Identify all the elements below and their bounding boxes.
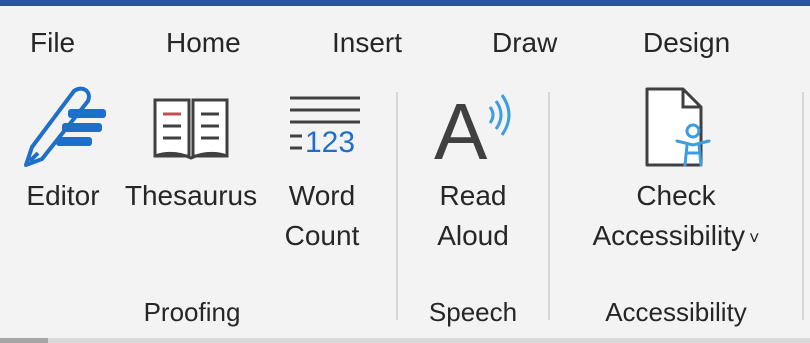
ribbon-review: Editor Thesaurus 123 Word Count Proofing… [0, 76, 810, 338]
editor-label: Editor [26, 180, 100, 211]
accessibility-check-icon [631, 76, 721, 176]
read-aloud-button[interactable]: A Read Aloud [418, 76, 528, 286]
ribbon-tabs: File Home Insert Draw Design [0, 18, 810, 68]
thesaurus-button[interactable]: Thesaurus [120, 76, 262, 286]
tab-design[interactable]: Design [643, 18, 730, 68]
read-aloud-label-line2: Aloud [437, 220, 509, 251]
pen-icon [18, 76, 108, 176]
check-accessibility-label-line1: Check [636, 180, 716, 211]
word-count-icon: 123 [280, 76, 364, 176]
word-count-icon-number: 123 [305, 126, 355, 159]
window-accent-bar [0, 0, 810, 6]
ribbon-bottom-border [0, 338, 810, 343]
group-label-accessibility: Accessibility [605, 297, 747, 327]
word-count-label-line1: Word [288, 180, 356, 211]
check-accessibility-label-line2: Accessibility ˅ [593, 216, 760, 258]
thesaurus-label: Thesaurus [124, 180, 258, 211]
word-count-button[interactable]: 123 Word Count [272, 76, 372, 286]
chevron-down-icon[interactable]: ˅ [749, 228, 760, 248]
tab-file[interactable]: File [30, 18, 75, 68]
read-aloud-label-line1: Read [439, 180, 507, 211]
tab-draw[interactable]: Draw [492, 18, 557, 68]
editor-button[interactable]: Editor [16, 76, 110, 286]
read-aloud-icon-letter: A [434, 87, 488, 171]
group-separator [548, 92, 550, 320]
tab-insert[interactable]: Insert [332, 18, 402, 68]
scrollbar-thumb[interactable] [0, 338, 48, 343]
read-aloud-icon: A [428, 76, 518, 176]
group-separator [802, 92, 804, 320]
group-separator [396, 92, 398, 320]
tab-home[interactable]: Home [166, 18, 241, 68]
check-accessibility-button[interactable]: Check Accessibility ˅ [566, 76, 786, 286]
group-label-speech: Speech [428, 297, 518, 327]
check-accessibility-label-text: Accessibility [592, 220, 745, 251]
group-label-proofing: Proofing [143, 297, 241, 327]
word-count-label-line2: Count [284, 220, 360, 251]
book-icon [149, 76, 233, 176]
